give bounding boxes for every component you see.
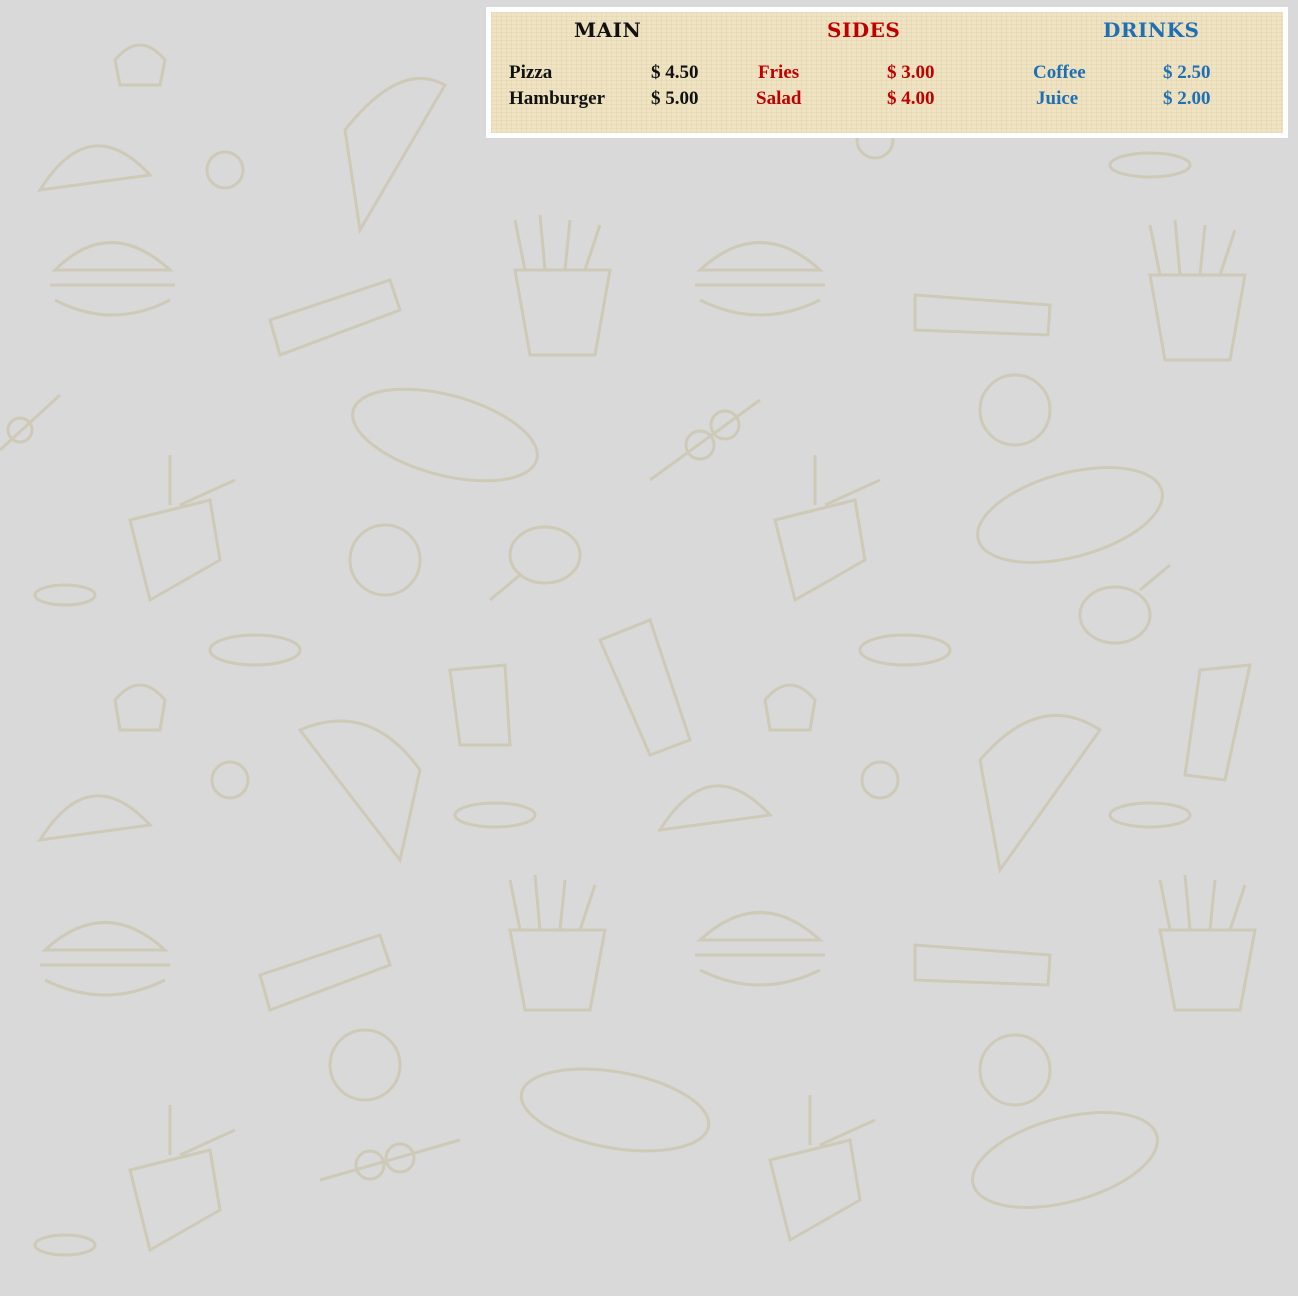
hamburger-icon (40, 921, 170, 997)
item-name: Salad (756, 88, 802, 109)
cupcake-icon (113, 683, 167, 732)
noodle-box-icon (773, 455, 881, 603)
menu-item-row: Salad $ 4.00 (753, 88, 953, 112)
cupcake-icon (763, 683, 817, 732)
menu-item-row: Pizza $ 4.50 (509, 62, 709, 86)
main-heading: MAIN (574, 18, 642, 42)
menu-board: MAIN Pizza $ 4.50 Hamburger $ 5.00 SIDES… (486, 7, 1288, 138)
doodle-pattern (0, 43, 1257, 1257)
pizza-slice-icon (978, 714, 1103, 874)
item-name: Juice (1036, 88, 1079, 109)
taco-icon (657, 784, 774, 832)
hot-dog-icon (519, 1067, 711, 1153)
sandwich-icon (913, 943, 1052, 987)
sandwich-icon (258, 933, 392, 1012)
drink-cup-icon (598, 618, 692, 757)
menu-column-main: MAIN Pizza $ 4.50 Hamburger $ 5.00 (509, 12, 709, 133)
hot-dog-icon (976, 466, 1164, 564)
drink-cup-icon (1183, 663, 1252, 782)
chicken-leg-icon (1078, 563, 1171, 645)
item-price: $ 2.00 (1163, 88, 1211, 109)
fries-icon (508, 874, 607, 1012)
hamburger-icon (50, 241, 175, 317)
sandwich-icon (913, 293, 1052, 337)
menu-item-row: Hamburger $ 5.00 (509, 88, 709, 112)
pretzel-icon (978, 1033, 1052, 1107)
pretzel-icon (348, 523, 422, 597)
drink-cup-icon (448, 663, 512, 747)
food-doodle-background (0, 0, 1298, 1296)
fries-icon (1158, 874, 1257, 1012)
menu-item-row: Fries $ 3.00 (753, 62, 953, 86)
item-price: $ 2.50 (1163, 62, 1211, 83)
menu-item-row: Coffee $ 2.50 (1031, 62, 1241, 86)
hamburger-icon (695, 911, 825, 987)
item-name: Hamburger (509, 88, 606, 109)
taco-icon (37, 794, 154, 842)
menu-column-sides: SIDES Fries $ 3.00 Salad $ 4.00 (753, 12, 953, 133)
fries-icon (1148, 219, 1247, 362)
item-price: $ 4.50 (651, 62, 699, 83)
menu-item-row: Juice $ 2.00 (1031, 88, 1241, 112)
fries-icon (513, 214, 612, 357)
kebab-icon (649, 398, 761, 482)
hot-dog-icon (351, 387, 539, 483)
item-price: $ 5.00 (651, 88, 699, 109)
hamburger-icon (695, 241, 825, 317)
pizza-slice-icon (297, 719, 422, 864)
item-name: Coffee (1033, 62, 1086, 83)
sandwich-icon (268, 278, 402, 357)
menu-column-drinks: DRINKS Coffee $ 2.50 Juice $ 2.00 (1031, 12, 1241, 133)
cupcake-icon (113, 43, 167, 87)
taco-icon (37, 144, 154, 192)
item-price: $ 4.00 (887, 88, 935, 109)
item-name: Fries (758, 62, 800, 83)
chicken-leg-icon (489, 525, 582, 602)
kebab-icon (319, 1138, 461, 1182)
noodle-box-icon (768, 1095, 876, 1243)
noodle-box-icon (128, 455, 236, 603)
noodle-box-icon (128, 1105, 236, 1253)
pretzel-icon (328, 1028, 402, 1102)
pizza-slice-icon (343, 76, 448, 235)
sides-heading: SIDES (827, 18, 901, 42)
item-price: $ 3.00 (887, 62, 935, 83)
item-name: Pizza (509, 62, 553, 83)
drinks-heading: DRINKS (1103, 18, 1200, 42)
hot-dog-icon (971, 1111, 1159, 1209)
kebab-icon (0, 393, 62, 452)
pretzel-icon (978, 373, 1052, 447)
